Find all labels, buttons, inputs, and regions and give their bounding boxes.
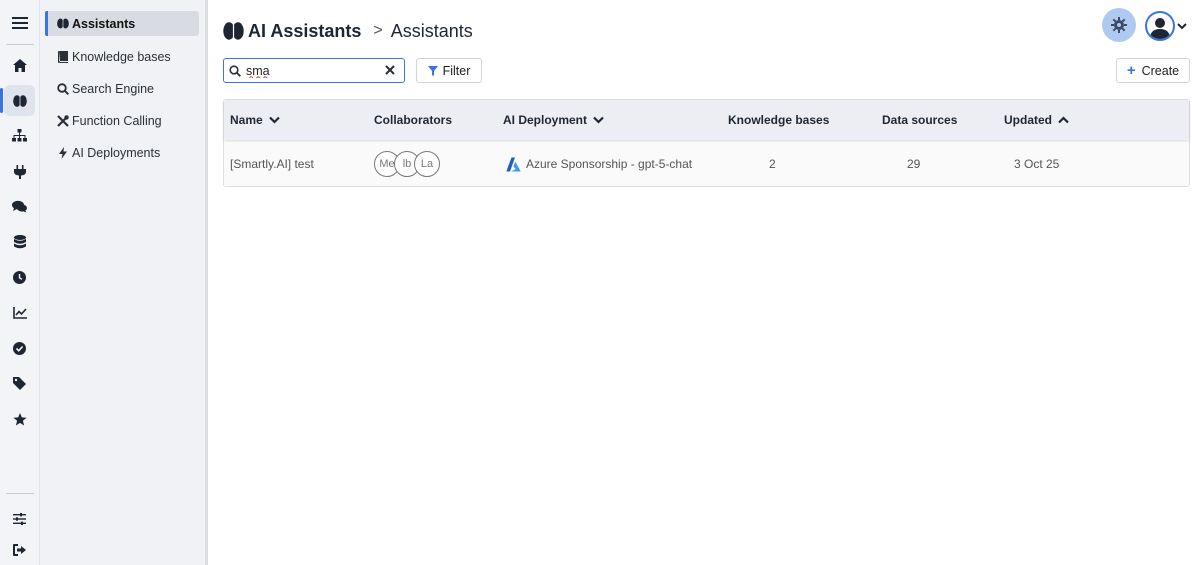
clock-icon[interactable] [4, 262, 35, 293]
search-box [223, 58, 405, 83]
assistants-submenu: Assistants Knowledge bases Search Engine… [40, 0, 208, 565]
comments-icon[interactable] [4, 191, 35, 222]
column-label: Knowledge bases [728, 113, 830, 127]
search-icon [56, 82, 69, 95]
submenu-item-search-engine[interactable]: Search Engine [45, 76, 199, 101]
filter-label: Filter [442, 63, 471, 78]
column-header-data-sources: Data sources [882, 100, 957, 140]
icon-rail [0, 0, 40, 565]
cell-data-sources: 29 [907, 157, 921, 171]
breadcrumb: AI Assistants > Assistants [223, 18, 473, 44]
cell-updated: 3 Oct 25 [1014, 157, 1060, 171]
settings-button[interactable] [1102, 8, 1136, 42]
table-row[interactable]: [Smartly.AI] test Me lb La Azure Sponsor… [224, 142, 1189, 186]
breadcrumb-root[interactable]: AI Assistants [248, 21, 361, 42]
bolt-icon [56, 146, 69, 159]
submenu-item-label: Function Calling [72, 113, 162, 128]
collaborator-avatar[interactable]: La [414, 151, 440, 177]
brain-icon [56, 17, 69, 30]
column-label: AI Deployment [503, 113, 588, 127]
submenu-item-knowledge-bases[interactable]: Knowledge bases [45, 44, 199, 69]
create-label: Create [1141, 63, 1180, 78]
cell-collaborators: Me lb La [374, 142, 440, 186]
star-icon[interactable] [4, 404, 35, 435]
column-label: Data sources [882, 113, 958, 127]
column-label: Updated [1004, 113, 1052, 127]
page-title: Assistants [390, 20, 473, 41]
cell-knowledge-bases: 2 [769, 157, 776, 171]
cell-ai-deployment: Azure Sponsorship - gpt-5-chat [506, 142, 692, 186]
plus-icon: + [1126, 62, 1136, 79]
sort-descending-icon[interactable] [268, 116, 280, 124]
column-header-ai-deployment[interactable]: AI Deployment [503, 100, 604, 140]
filter-icon [427, 65, 438, 76]
rail-divider [6, 44, 34, 45]
chart-line-icon[interactable] [4, 297, 35, 328]
brain-icon [223, 21, 244, 42]
assistants-icon[interactable] [0, 85, 35, 116]
rail-divider [6, 493, 34, 494]
database-icon[interactable] [4, 226, 35, 257]
user-menu-button[interactable] [1145, 11, 1187, 41]
table-header: Name Collaborators AI Deployment Knowled… [224, 100, 1189, 140]
deployment-name: Azure Sponsorship - gpt-5-chat [526, 157, 693, 171]
submenu-item-function-calling[interactable]: Function Calling [45, 108, 199, 133]
sort-descending-icon[interactable] [593, 116, 604, 124]
sliders-icon[interactable] [4, 503, 35, 534]
column-header-updated[interactable]: Updated [1004, 100, 1069, 140]
submenu-item-ai-deployments[interactable]: AI Deployments [45, 140, 199, 165]
column-header-collaborators: Collaborators [374, 100, 452, 140]
hierarchy-icon[interactable] [4, 120, 35, 151]
gear-icon [1111, 17, 1127, 33]
user-icon [1150, 18, 1170, 39]
column-label: Name [230, 113, 263, 127]
chevron-down-icon [1177, 22, 1187, 29]
tools-icon [56, 114, 69, 127]
search-icon [229, 64, 241, 77]
submenu-item-assistants[interactable]: Assistants [45, 11, 199, 36]
logout-icon[interactable] [4, 534, 35, 565]
avatar [1145, 11, 1175, 41]
sort-ascending-icon[interactable] [1058, 116, 1069, 124]
plug-icon[interactable] [4, 156, 35, 187]
submenu-item-label: Knowledge bases [72, 49, 171, 64]
clear-search-icon[interactable] [384, 64, 396, 76]
submenu-item-label: AI Deployments [72, 145, 161, 160]
cell-name[interactable]: [Smartly.AI] test [230, 142, 314, 186]
home-icon[interactable] [4, 50, 35, 81]
tag-icon[interactable] [4, 368, 35, 399]
search-input[interactable] [246, 63, 376, 78]
create-button[interactable]: + Create [1116, 58, 1190, 83]
submenu-item-label: Search Engine [72, 81, 155, 96]
submenu-item-label: Assistants [72, 16, 136, 31]
breadcrumb-separator: > [373, 22, 383, 39]
column-label: Collaborators [374, 113, 453, 127]
book-icon [56, 50, 69, 63]
check-circle-icon[interactable] [4, 333, 35, 364]
column-header-name[interactable]: Name [230, 100, 280, 140]
column-header-knowledge-bases: Knowledge bases [728, 100, 829, 140]
assistants-table: Name Collaborators AI Deployment Knowled… [223, 99, 1190, 187]
filter-button[interactable]: Filter [416, 58, 482, 83]
menu-icon[interactable] [4, 7, 35, 38]
azure-icon [506, 157, 521, 171]
